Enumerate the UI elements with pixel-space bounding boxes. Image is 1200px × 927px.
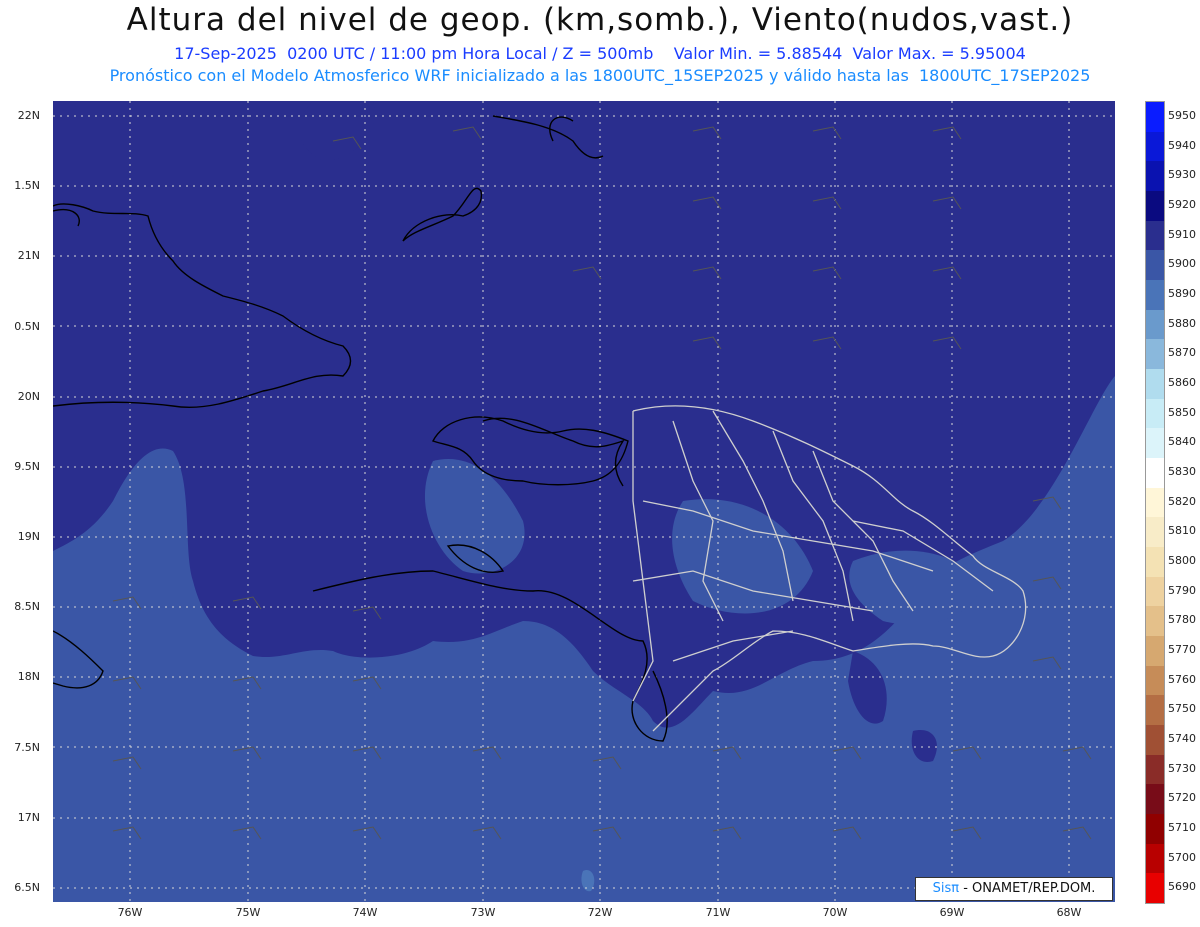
legend-label: 5760 <box>1168 672 1196 686</box>
legend-label: 5810 <box>1168 524 1196 538</box>
legend-swatch <box>1146 250 1164 281</box>
legend-swatch <box>1146 131 1164 162</box>
lat-label: 0.5N <box>14 320 40 333</box>
legend-label: 5920 <box>1168 197 1196 211</box>
legend-label: 5900 <box>1168 257 1196 271</box>
legend-swatch <box>1146 487 1164 518</box>
legend-label: 5710 <box>1168 820 1196 834</box>
legend-swatch <box>1146 280 1164 311</box>
legend-swatch <box>1146 369 1164 400</box>
legend-label: 5730 <box>1168 761 1196 775</box>
lat-label: 18N <box>17 670 40 683</box>
lat-label: 20N <box>17 390 40 403</box>
lon-label: 68W <box>1056 906 1082 919</box>
legend-swatch <box>1146 606 1164 637</box>
shade-5910-patch-south2 <box>911 730 937 762</box>
lat-label: 21N <box>17 249 40 262</box>
lat-label: 7.5N <box>14 741 40 754</box>
lat-label: 1.5N <box>14 179 40 192</box>
valid-time-line: 17-Sep-2025 0200 UTC / 11:00 pm Hora Loc… <box>174 44 1026 63</box>
legend-label: 5840 <box>1168 435 1196 449</box>
lat-label: 17N <box>17 811 40 824</box>
legend-label: 5890 <box>1168 286 1196 300</box>
legend-swatch <box>1146 398 1164 429</box>
legend-label: 5910 <box>1168 227 1196 241</box>
legend-label: 5820 <box>1168 494 1196 508</box>
legend-swatch <box>1146 843 1164 874</box>
lat-label: 8.5N <box>14 600 40 613</box>
legend-label: 5930 <box>1168 168 1196 182</box>
color-legend <box>1145 101 1165 904</box>
legend-label: 5940 <box>1168 138 1196 152</box>
legend-swatch <box>1146 576 1164 607</box>
legend-swatch <box>1146 191 1164 222</box>
lat-label: 9.5N <box>14 460 40 473</box>
legend-swatch <box>1146 309 1164 340</box>
lon-label: 71W <box>705 906 731 919</box>
legend-label: 5770 <box>1168 642 1196 656</box>
lon-label: 70W <box>822 906 848 919</box>
credit-box: Sisπ - ONAMET/REP.DOM. <box>915 877 1113 901</box>
legend-swatch <box>1146 695 1164 726</box>
lon-label: 75W <box>235 906 261 919</box>
legend-label: 5860 <box>1168 375 1196 389</box>
legend-label: 5800 <box>1168 553 1196 567</box>
legend-swatch <box>1146 636 1164 667</box>
legend-swatch <box>1146 458 1164 489</box>
legend-label: 5870 <box>1168 346 1196 360</box>
legend-swatch <box>1146 873 1164 904</box>
legend-swatch <box>1146 161 1164 192</box>
legend-swatch <box>1146 339 1164 370</box>
legend-swatch <box>1146 784 1164 815</box>
legend-label: 5750 <box>1168 702 1196 716</box>
legend-label: 5880 <box>1168 316 1196 330</box>
legend-swatch <box>1146 547 1164 578</box>
legend-label: 5700 <box>1168 850 1196 864</box>
legend-swatch <box>1146 754 1164 785</box>
lon-label: 76W <box>117 906 143 919</box>
credit-text: - ONAMET/REP.DOM. <box>959 881 1096 896</box>
lon-label: 73W <box>470 906 496 919</box>
map-plot-area <box>53 101 1115 902</box>
legend-swatch <box>1146 814 1164 845</box>
lon-label: 74W <box>352 906 378 919</box>
legend-swatch <box>1146 428 1164 459</box>
legend-swatch <box>1146 725 1164 756</box>
sispi-logo: Sisπ <box>932 881 960 896</box>
legend-label: 5740 <box>1168 731 1196 745</box>
shade-5910-region <box>53 101 1115 728</box>
legend-label: 5780 <box>1168 613 1196 627</box>
legend-swatch <box>1146 102 1164 133</box>
map-canvas <box>53 101 1115 902</box>
map-title: Altura del nivel de geop. (km,somb.), Vi… <box>126 2 1074 38</box>
lat-label: 19N <box>17 530 40 543</box>
lon-label: 72W <box>587 906 613 919</box>
legend-label: 5850 <box>1168 405 1196 419</box>
shade-5910-patch-south <box>848 651 887 724</box>
legend-swatch <box>1146 517 1164 548</box>
model-info-line: Pronóstico con el Modelo Atmosferico WRF… <box>109 66 1091 85</box>
lat-label: 22N <box>17 109 40 122</box>
legend-swatch <box>1146 665 1164 696</box>
legend-label: 5950 <box>1168 108 1196 122</box>
legend-label: 5830 <box>1168 464 1196 478</box>
legend-label: 5790 <box>1168 583 1196 597</box>
lat-label: 6.5N <box>14 881 40 894</box>
legend-label: 5720 <box>1168 791 1196 805</box>
legend-label: 5690 <box>1168 880 1196 894</box>
legend-swatch <box>1146 220 1164 251</box>
lon-label: 69W <box>939 906 965 919</box>
